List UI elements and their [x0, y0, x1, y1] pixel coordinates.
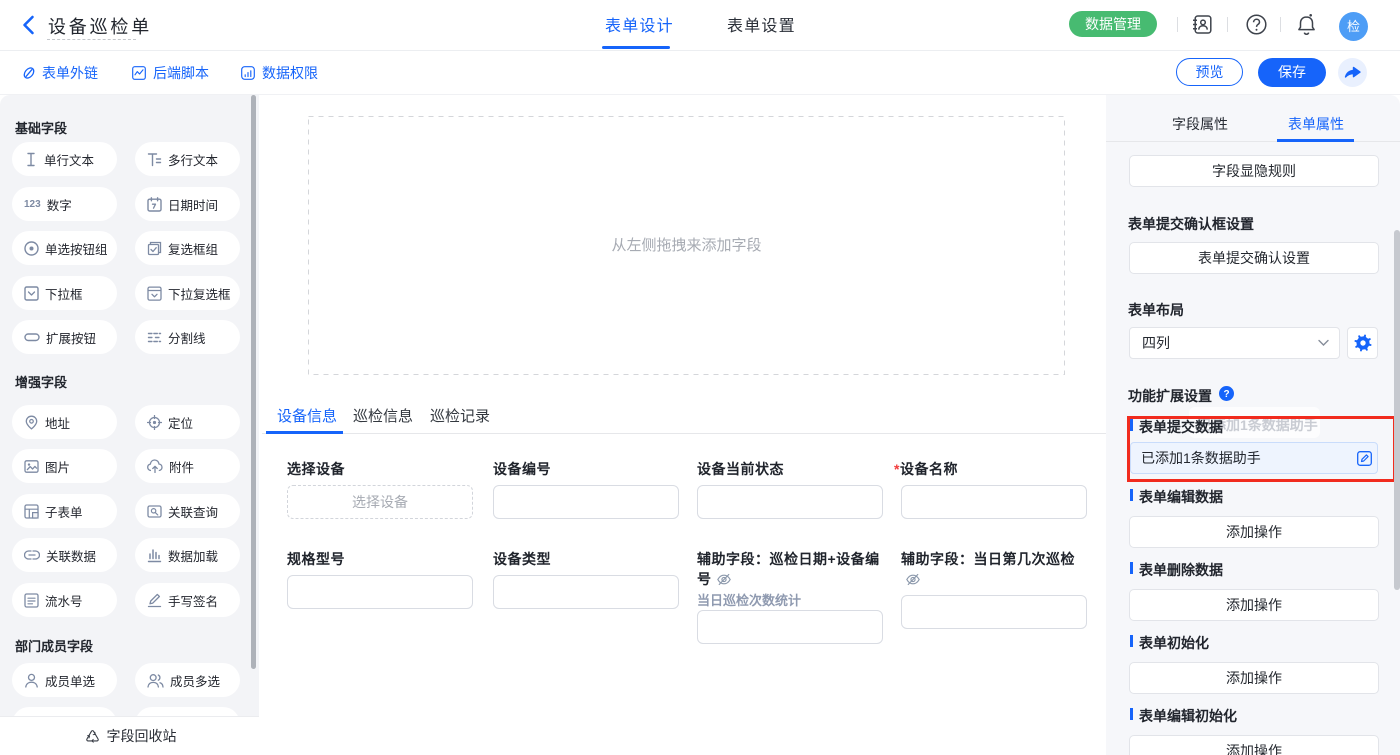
svg-text:?: ? [1223, 389, 1229, 400]
